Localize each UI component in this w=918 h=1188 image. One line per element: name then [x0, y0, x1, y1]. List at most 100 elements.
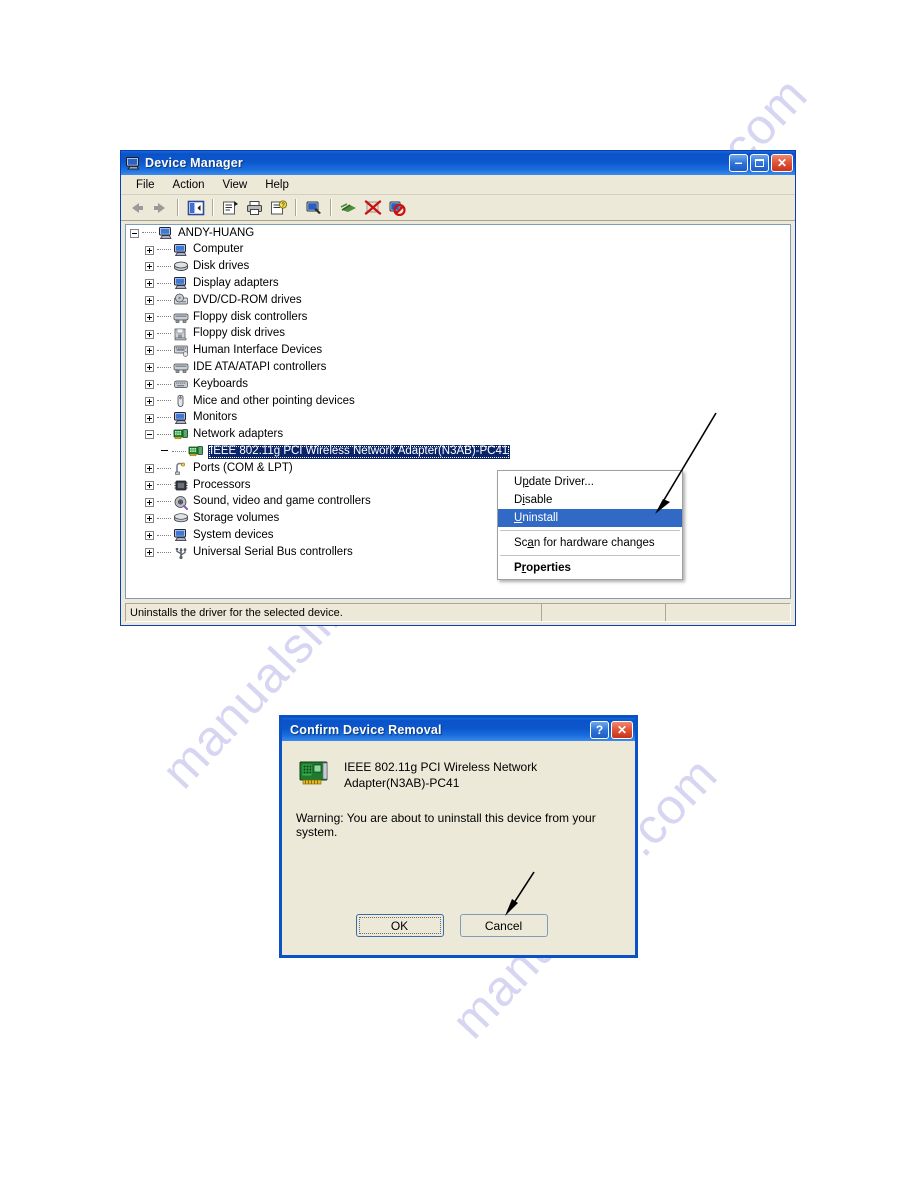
tree-item[interactable]: Display adapters [126, 275, 790, 292]
context-menu-item-properties[interactable]: Properties [498, 559, 682, 577]
tree-item[interactable]: Storage volumes [126, 511, 790, 528]
tree-item[interactable]: Mice and other pointing devices [126, 393, 790, 410]
sound-icon [173, 495, 189, 510]
monitor-icon [173, 411, 189, 426]
tree-item[interactable]: Floppy disk controllers [126, 309, 790, 326]
tree-item[interactable]: Sound, video and game controllers [126, 494, 790, 511]
collapse-icon[interactable] [130, 228, 139, 238]
dialog-device-name-line1: IEEE 802.11g PCI Wireless Network [344, 760, 538, 774]
expand-icon[interactable] [145, 329, 154, 339]
tree-connector [157, 282, 171, 285]
tree-item[interactable]: System devices [126, 527, 790, 544]
tree-connector [157, 484, 171, 486]
update-driver-icon[interactable] [302, 197, 325, 219]
tree-connector [157, 517, 171, 520]
menu-item-help[interactable]: Help [256, 178, 298, 192]
network-adapter-icon [188, 444, 204, 459]
tree-item-label: IDE ATA/ATAPI controllers [193, 361, 327, 374]
properties-icon[interactable] [219, 197, 242, 219]
forward-icon[interactable] [149, 197, 172, 219]
tree-item[interactable]: Network adapters [126, 427, 790, 444]
expand-icon[interactable] [145, 396, 154, 406]
tree-item-label: Mice and other pointing devices [193, 394, 355, 407]
menu-item-view[interactable]: View [214, 178, 257, 192]
expand-icon[interactable] [145, 480, 154, 490]
toolbar: ? [121, 195, 795, 221]
tree-item-label: Processors [193, 478, 251, 491]
device-manager-title: Device Manager [145, 156, 243, 170]
device-tree-pane[interactable]: ANDY-HUANG Computer Disk drives Display ada… [125, 224, 791, 599]
tree-item[interactable]: Ports (COM & LPT) [126, 460, 790, 477]
tree-connector [157, 467, 171, 470]
menu-item-file[interactable]: File [127, 178, 164, 192]
expand-icon[interactable] [145, 279, 154, 289]
expand-icon[interactable] [145, 245, 154, 255]
collapse-icon[interactable] [145, 430, 154, 440]
tree-connector [157, 349, 171, 352]
usb-icon [173, 545, 189, 560]
expand-icon[interactable] [145, 262, 154, 272]
context-menu-item-label: Update Driver... [514, 476, 594, 488]
expand-icon[interactable] [145, 531, 154, 541]
tree-item[interactable]: Computer [126, 242, 790, 259]
show-hide-console-tree-icon[interactable] [184, 197, 207, 219]
tree-item[interactable]: ANDY-HUANG [126, 225, 790, 242]
tree-item[interactable]: Floppy disk drives [126, 326, 790, 343]
disable-device-icon[interactable] [361, 197, 384, 219]
tree-item[interactable]: IDE ATA/ATAPI controllers [126, 359, 790, 376]
expand-icon[interactable] [145, 413, 154, 423]
context-menu-item-disable[interactable]: Disable [498, 491, 682, 509]
expand-icon[interactable] [145, 514, 154, 524]
tree-item-label: IEEE 802.11g PCI Wireless Network Adapte… [208, 445, 511, 459]
expand-icon[interactable] [145, 346, 154, 356]
cancel-button[interactable]: Cancel [459, 914, 548, 937]
expand-icon[interactable] [145, 464, 154, 474]
dialog-device-name-line2: Adapter(N3AB)-PC41 [344, 776, 460, 791]
help-button[interactable]: ? [590, 720, 609, 739]
page-root: manualslib.com manualslib.com manualslib… [0, 0, 918, 1188]
expand-icon[interactable] [145, 548, 154, 558]
system-device-icon [173, 528, 189, 543]
tree-item[interactable]: Processors [126, 477, 790, 494]
dialog-close-button[interactable]: ✕ [611, 720, 633, 739]
minimize-button[interactable]: – [729, 154, 748, 172]
context-menu-item-uninstall[interactable]: Uninstall [498, 509, 682, 527]
confirm-device-removal-dialog: Confirm Device Removal ? ✕ IEEE 802.11g … [279, 715, 638, 958]
dialog-warning-text: Warning: You are about to uninstall this… [296, 811, 596, 840]
back-icon[interactable] [125, 197, 148, 219]
expand-icon[interactable] [145, 296, 154, 306]
tree-item[interactable]: DVD/CD-ROM drives [126, 292, 790, 309]
tree-item-selected[interactable]: IEEE 802.11g PCI Wireless Network Adapte… [126, 443, 790, 460]
context-menu-item-label: Properties [514, 562, 571, 574]
expand-icon[interactable] [145, 312, 154, 322]
help-icon[interactable]: ? [267, 197, 290, 219]
menu-separator [500, 555, 680, 556]
close-button[interactable]: ✕ [771, 154, 793, 172]
maximize-icon [751, 155, 768, 171]
context-menu-item-scan-for-hardware-changes[interactable]: Scan for hardware changes [498, 534, 682, 552]
menu-item-action[interactable]: Action [164, 178, 214, 192]
tree-item[interactable]: Disk drives [126, 259, 790, 276]
print-icon[interactable] [243, 197, 266, 219]
tree-item[interactable]: Human Interface Devices [126, 343, 790, 360]
expand-icon[interactable] [145, 363, 154, 373]
mouse-icon [173, 394, 189, 409]
context-menu-item-update-driver[interactable]: Update Driver... [498, 473, 682, 491]
expand-icon[interactable] [145, 380, 154, 390]
scan-for-hardware-changes-icon[interactable] [337, 197, 360, 219]
dialog-titlebar[interactable]: Confirm Device Removal ? ✕ [282, 718, 635, 741]
tree-item[interactable]: Keyboards [126, 376, 790, 393]
uninstall-device-icon[interactable] [385, 197, 408, 219]
tree-item-label: Display adapters [193, 277, 279, 290]
tree-item[interactable]: Universal Serial Bus controllers [126, 544, 790, 561]
device-manager-titlebar[interactable]: Device Manager – ✕ [121, 151, 795, 175]
expand-icon[interactable] [145, 497, 154, 507]
window-controls: – ✕ [729, 154, 793, 172]
keyboard-icon [173, 377, 189, 392]
toolbar-separator [212, 199, 214, 216]
maximize-button[interactable] [750, 154, 769, 172]
device-context-menu[interactable]: Update Driver... Disable Uninstall Scan for… [497, 470, 683, 580]
tree-connector [172, 450, 186, 453]
ok-button[interactable]: OK [355, 914, 444, 937]
tree-item[interactable]: Monitors [126, 410, 790, 427]
